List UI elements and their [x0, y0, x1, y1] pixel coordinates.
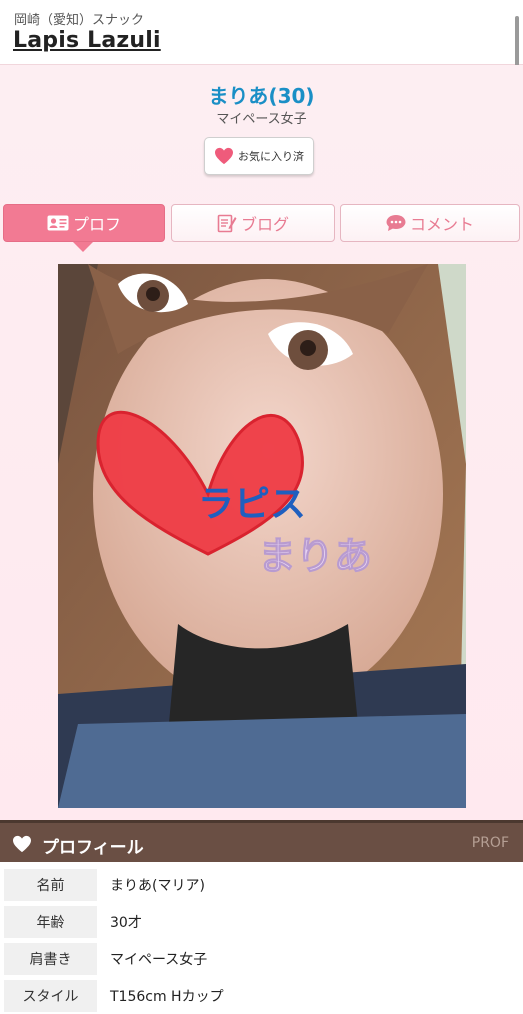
photo-illustration: ラピス まりあ: [58, 264, 466, 808]
tab-profile[interactable]: プロフ: [3, 204, 165, 242]
favorite-button-label: お気に入り済: [238, 150, 304, 163]
section-subtitle: PROF: [471, 835, 509, 851]
table-row: 肩書き マイペース女子: [0, 940, 523, 977]
tab-profile-label: プロフ: [72, 215, 121, 234]
tab-blog[interactable]: ブログ: [171, 204, 335, 242]
tab-bar: プロフ ブログ コメント: [3, 204, 520, 244]
comment-bubble-icon: [386, 215, 406, 231]
table-row: 名前 まりあ(マリア): [0, 866, 523, 903]
blog-edit-icon: [217, 214, 237, 233]
tab-blog-label: ブログ: [240, 215, 289, 234]
heart-icon: [13, 835, 31, 853]
shop-area-label: 岡崎（愛知）スナック: [14, 13, 145, 28]
favorite-button[interactable]: お気に入り済: [204, 137, 314, 175]
row-value: 30才: [110, 915, 142, 931]
row-key: 名前: [4, 869, 97, 901]
row-key: 肩書き: [4, 943, 97, 975]
site-header: 岡崎（愛知）スナック Lapis Lazuli: [0, 0, 523, 65]
tab-comment[interactable]: コメント: [340, 204, 520, 242]
row-value: T156cm Hカップ: [110, 989, 224, 1005]
photo-overlay-line2: まりあ: [258, 534, 372, 578]
profile-section-bar: プロフィール PROF: [0, 820, 523, 862]
row-value: マイペース女子: [110, 952, 208, 968]
row-key: 年齢: [4, 906, 97, 938]
heart-icon: [215, 147, 233, 165]
section-title: プロフィール: [42, 838, 144, 858]
cast-photo[interactable]: ラピス まりあ: [58, 264, 466, 808]
cast-catchphrase: マイペース女子: [216, 112, 307, 127]
table-row: 年齢 30才: [0, 903, 523, 940]
table-row: スタイル T156cm Hカップ: [0, 977, 523, 1014]
photo-overlay-line1: ラピス: [198, 484, 306, 525]
tab-comment-label: コメント: [409, 215, 474, 234]
shop-name-link[interactable]: Lapis Lazuli: [13, 28, 161, 53]
cast-name: まりあ(30): [208, 84, 315, 108]
row-value: まりあ(マリア): [110, 878, 205, 894]
row-key: スタイル: [4, 980, 97, 1012]
active-tab-pointer: [73, 242, 93, 252]
profile-card-icon: [47, 215, 69, 231]
